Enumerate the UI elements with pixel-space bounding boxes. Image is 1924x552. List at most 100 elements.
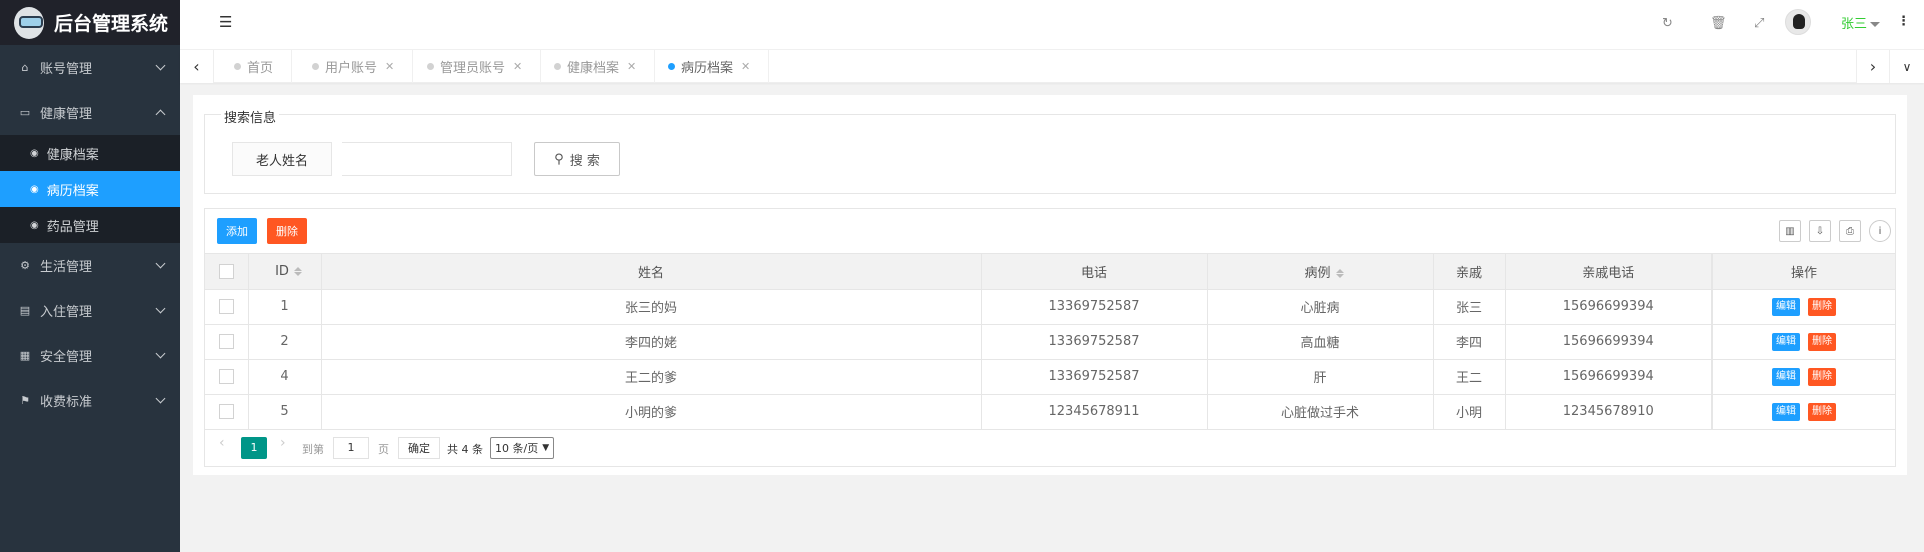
- dashboard-icon: ◉: [30, 219, 39, 231]
- select-all-checkbox[interactable]: [218, 263, 234, 279]
- close-icon[interactable]: ✕: [513, 60, 522, 73]
- column-header-relative: 亲戚: [1433, 254, 1506, 290]
- search-button-label: 搜 索: [569, 153, 600, 169]
- tab-next-icon[interactable]: ›: [1856, 50, 1890, 83]
- row-delete-button[interactable]: 删除: [1808, 332, 1836, 351]
- cell-name: 小明的爹: [321, 394, 982, 430]
- refresh-icon[interactable]: ↻: [1662, 16, 1673, 31]
- row-checkbox[interactable]: [218, 299, 234, 314]
- user-menu[interactable]: 张三: [1841, 13, 1881, 32]
- sidebar-item-fees[interactable]: ⚑ 收费标准: [0, 378, 180, 423]
- row-select-cell: [205, 359, 249, 395]
- tab-dropdown-icon[interactable]: ∨: [1890, 50, 1924, 83]
- dashboard-icon: ◉: [30, 147, 39, 159]
- sidebar-item-security[interactable]: ▦ 安全管理: [0, 333, 180, 378]
- sidebar-item-label: 安全管理: [40, 350, 93, 365]
- cell-id: 5: [248, 394, 322, 430]
- info-icon[interactable]: i: [1869, 220, 1891, 242]
- sidebar-item-checkin[interactable]: ▤ 入住管理: [0, 288, 180, 333]
- sidebar-item-health[interactable]: ▭ 健康管理: [0, 90, 180, 135]
- home-icon: ⌂: [21, 61, 29, 74]
- app-title: 后台管理系统: [54, 13, 169, 35]
- goto-confirm-button[interactable]: 确定: [398, 436, 440, 459]
- edit-button[interactable]: 编辑: [1772, 367, 1800, 386]
- column-header-case[interactable]: 病例: [1207, 254, 1434, 290]
- row-select-cell: [205, 394, 249, 430]
- page-size-select[interactable]: 10 条/页 ▼: [490, 436, 555, 459]
- cell-case: 心脏病: [1207, 289, 1434, 325]
- edit-button[interactable]: 编辑: [1772, 332, 1800, 351]
- tab-home[interactable]: 首页: [216, 50, 293, 83]
- tab-label: 首页: [247, 61, 274, 76]
- flag-icon: ⚑: [20, 394, 30, 407]
- cell-actions: 编辑 删除: [1711, 324, 1895, 360]
- columns-filter-icon[interactable]: ▥: [1779, 220, 1801, 242]
- pagination: ‹ 1 › 到第 1 页 确定 共 4 条 10 条/页 ▼: [205, 430, 1895, 466]
- cell-relative: 王二: [1433, 359, 1506, 395]
- close-icon[interactable]: ✕: [627, 60, 636, 73]
- row-delete-button[interactable]: 删除: [1808, 402, 1836, 421]
- row-checkbox[interactable]: [218, 404, 234, 419]
- search-legend: 搜索信息: [221, 107, 280, 126]
- sidebar-item-label: 入住管理: [40, 305, 93, 320]
- cell-name: 张三的妈: [321, 289, 982, 325]
- sidebar-subitem-medical-record[interactable]: ◉ 病历档案: [0, 171, 180, 207]
- row-select-cell: [205, 324, 249, 360]
- column-header-relative-phone: 亲戚电话: [1505, 254, 1713, 290]
- row-checkbox[interactable]: [218, 334, 234, 349]
- next-page-icon[interactable]: ›: [280, 435, 286, 451]
- avatar[interactable]: [1785, 9, 1811, 35]
- chevron-up-icon: [155, 109, 166, 120]
- print-icon[interactable]: ⎙: [1839, 220, 1861, 242]
- sidebar: 后台管理系统 ⌂ 账号管理 ▭ 健康管理 ◉ 健康档案 ◉ 病历档案 ◉ 药品管理 ⚙ 生活…: [0, 0, 180, 552]
- cell-id: 4: [248, 359, 322, 395]
- search-button[interactable]: ⚲ 搜 索: [534, 142, 620, 176]
- row-delete-button[interactable]: 删除: [1808, 297, 1836, 316]
- tab-health-record[interactable]: 健康档案 ✕: [536, 50, 656, 83]
- menu-toggle-icon[interactable]: ☰: [219, 13, 232, 31]
- window-icon: ▭: [19, 106, 31, 119]
- column-header-name: 姓名: [321, 254, 982, 290]
- column-header-id[interactable]: ID: [248, 254, 322, 290]
- add-button[interactable]: 添加: [217, 218, 257, 244]
- export-icon[interactable]: ⇩: [1809, 220, 1831, 242]
- logo[interactable]: 后台管理系统: [0, 0, 180, 45]
- close-icon[interactable]: ✕: [385, 60, 394, 73]
- sidebar-subitem-drug[interactable]: ◉ 药品管理: [0, 207, 180, 243]
- more-vertical-icon[interactable]: ⋮: [1897, 14, 1910, 29]
- tab-dot-icon: [668, 63, 675, 70]
- sidebar-item-account[interactable]: ⌂ 账号管理: [0, 45, 180, 90]
- page-current[interactable]: 1: [241, 436, 267, 459]
- tab-medical-record[interactable]: 病历档案 ✕: [650, 50, 770, 83]
- sidebar-submenu: ◉ 健康档案 ◉ 病历档案 ◉ 药品管理: [0, 135, 180, 243]
- cell-id: 1: [248, 289, 322, 325]
- sidebar-item-label: 收费标准: [40, 395, 93, 410]
- cell-case: 高血糖: [1207, 324, 1434, 360]
- search-input[interactable]: [342, 142, 512, 176]
- sidebar-item-life[interactable]: ⚙ 生活管理: [0, 243, 180, 288]
- row-delete-button[interactable]: 删除: [1808, 367, 1836, 386]
- cell-name: 李四的姥: [321, 324, 982, 360]
- tab-admin-account[interactable]: 管理员账号 ✕: [409, 50, 542, 83]
- close-icon[interactable]: ✕: [741, 60, 750, 73]
- sidebar-subitem-label: 健康档案: [46, 147, 99, 163]
- table-toolbar: 添加 删除 ▥ ⇩ ⎙ i: [205, 209, 1895, 254]
- sidebar-subitem-health-record[interactable]: ◉ 健康档案: [0, 135, 180, 171]
- prev-page-icon[interactable]: ‹: [219, 435, 225, 451]
- row-checkbox[interactable]: [218, 369, 234, 384]
- tab-prev-icon[interactable]: ‹: [180, 50, 214, 83]
- goto-page-input[interactable]: 1: [333, 436, 369, 459]
- chevron-down-icon: [155, 258, 166, 269]
- dashboard-icon: ◉: [30, 183, 39, 195]
- delete-button[interactable]: 删除: [267, 218, 307, 244]
- cell-relative-phone: 12345678910: [1505, 394, 1713, 430]
- trash-icon[interactable]: 🗑: [1710, 16, 1727, 31]
- chevron-down-icon: [155, 393, 166, 404]
- tab-user-account[interactable]: 用户账号 ✕: [294, 50, 414, 83]
- records-table: ID 姓名 电话 病例 亲戚 亲戚电话 操作 1 张三的妈 1336975258…: [205, 254, 1895, 430]
- edit-button[interactable]: 编辑: [1772, 297, 1800, 316]
- edit-button[interactable]: 编辑: [1772, 402, 1800, 421]
- cell-actions: 编辑 删除: [1711, 394, 1895, 430]
- fullscreen-icon[interactable]: ⤢: [1754, 16, 1764, 31]
- main-card: 搜索信息 老人姓名 ⚲ 搜 索 添加 删除 ▥ ⇩ ⎙ i ID 姓名 电话 病例…: [193, 95, 1907, 475]
